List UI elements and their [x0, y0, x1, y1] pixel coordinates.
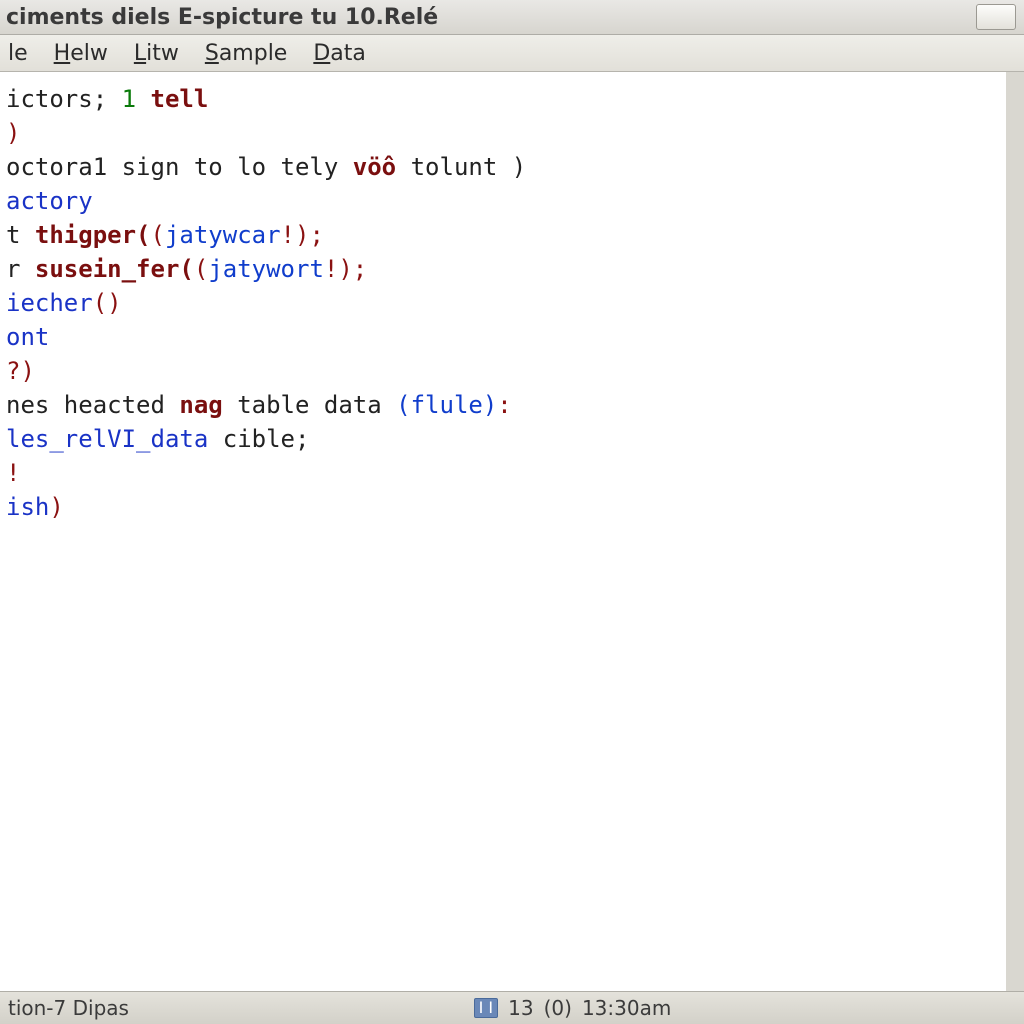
- menu-litw[interactable]: Litw: [134, 41, 179, 66]
- menu-data[interactable]: Data: [313, 41, 366, 66]
- status-time: 13:30am: [582, 996, 671, 1020]
- window-title: ciments diels E-spicture tu 10.Relé: [6, 5, 438, 30]
- statusbar: tion-7 Dipas I I 13 (0) 13:30am: [0, 991, 1024, 1024]
- menu-file[interactable]: le: [8, 41, 28, 66]
- code-editor[interactable]: ictors; 1 tell ) octora1 sign to lo tely…: [0, 72, 1024, 991]
- code-line: octora1 sign to lo tely vöô tolunt ): [6, 150, 1006, 184]
- status-center: I I 13 (0) 13:30am: [474, 996, 672, 1020]
- code-line: ish): [6, 490, 1006, 524]
- code-line: ?): [6, 354, 1006, 388]
- code-line: !: [6, 456, 1006, 490]
- menu-sample[interactable]: Sample: [205, 41, 288, 66]
- code-line: ): [6, 116, 1006, 150]
- menubar: le Helw Litw Sample Data: [0, 35, 1024, 72]
- code-line: t thigper((jatywcar!);: [6, 218, 1006, 252]
- code-line: ont: [6, 320, 1006, 354]
- code-line: ictors; 1 tell: [6, 82, 1006, 116]
- status-line: 13: [508, 996, 533, 1020]
- titlebar[interactable]: ciments diels E-spicture tu 10.Relé: [0, 0, 1024, 35]
- window-button[interactable]: [976, 4, 1016, 30]
- status-badge: I I: [474, 998, 499, 1018]
- code-line: iecher(): [6, 286, 1006, 320]
- code-line: nes heacted nag table data (flule):: [6, 388, 1006, 422]
- code-line: les_relVI_data cible;: [6, 422, 1006, 456]
- status-col: (0): [544, 996, 572, 1020]
- status-left: tion-7 Dipas: [8, 996, 129, 1020]
- editor-window: ciments diels E-spicture tu 10.Relé le H…: [0, 0, 1024, 1024]
- menu-helw[interactable]: Helw: [54, 41, 108, 66]
- code-line: actory: [6, 184, 1006, 218]
- code-line: r susein_fer((jatywort!);: [6, 252, 1006, 286]
